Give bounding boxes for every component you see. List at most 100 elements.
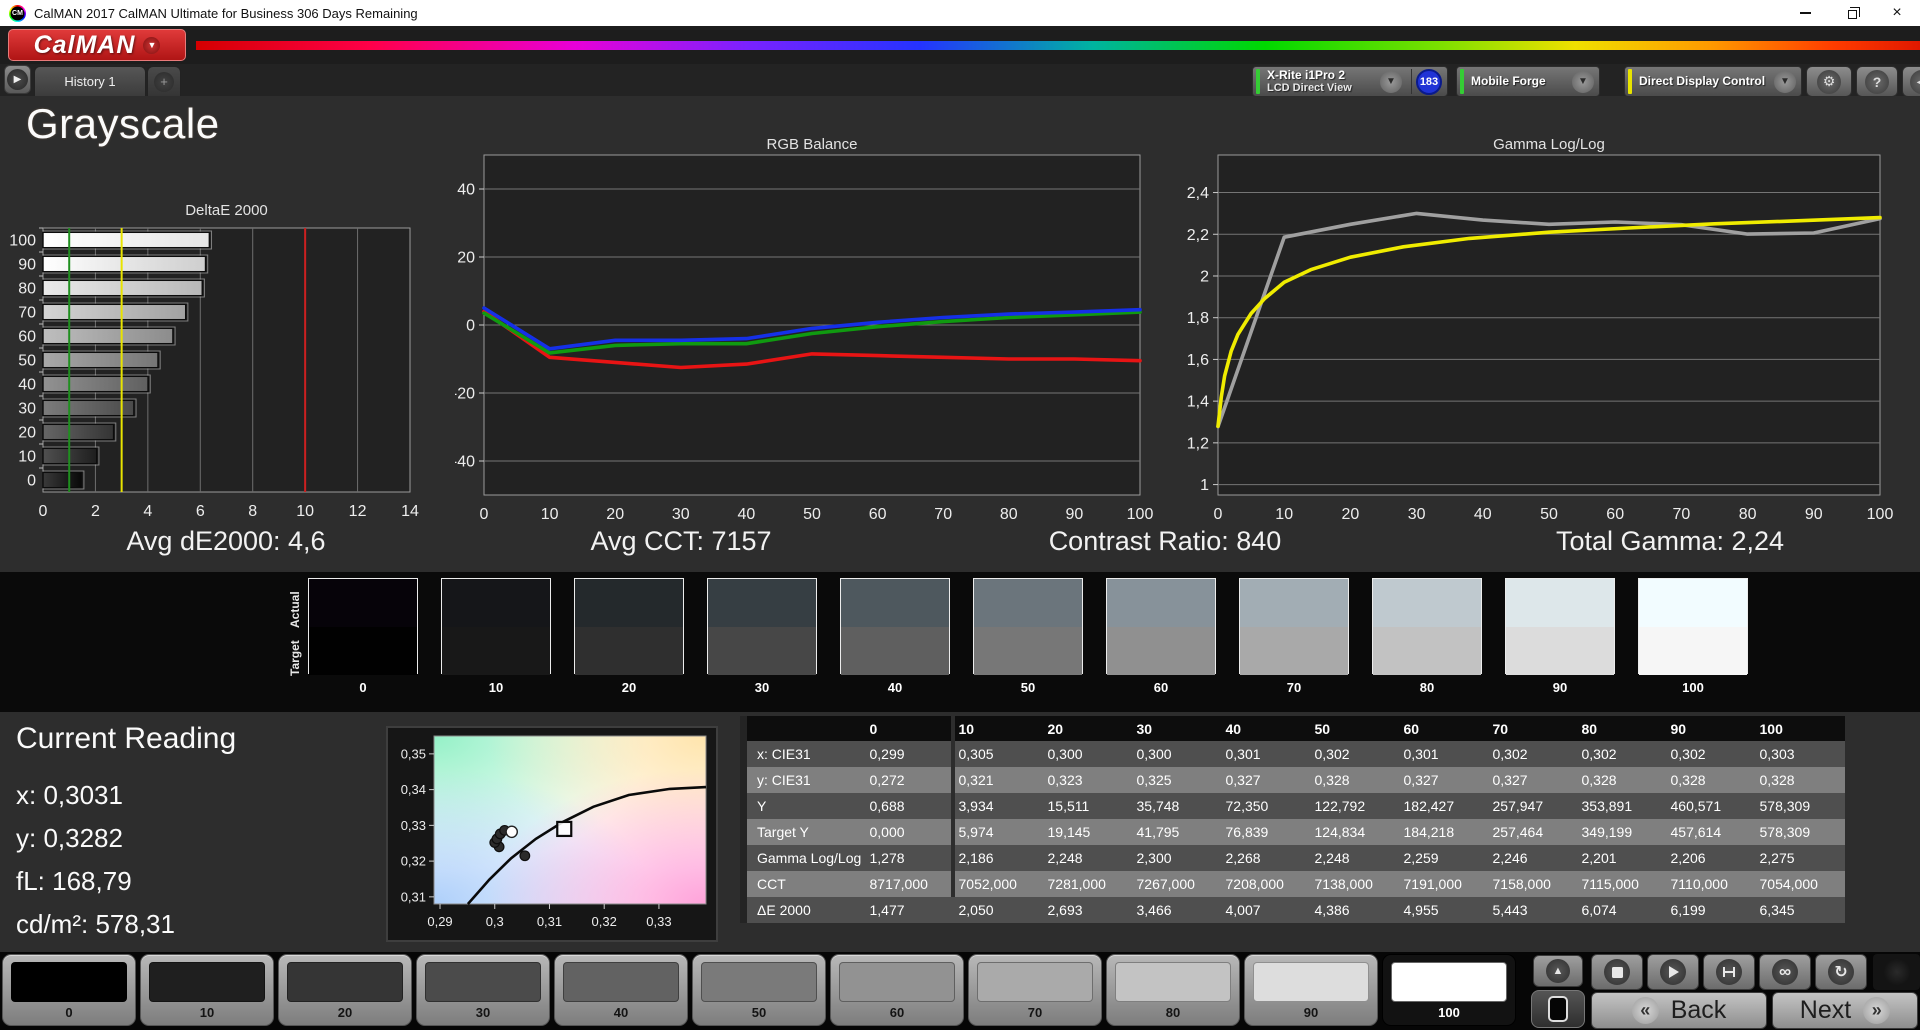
- close-button[interactable]: ×: [1874, 0, 1920, 26]
- patch-label: 70: [1027, 1005, 1043, 1020]
- next-button[interactable]: Next »: [1772, 992, 1918, 1029]
- layout-nav-button[interactable]: ▶: [4, 65, 31, 94]
- svg-text:30: 30: [18, 401, 36, 418]
- svg-text:1,6: 1,6: [1187, 352, 1209, 369]
- svg-text:0: 0: [1214, 506, 1223, 520]
- table-cell: 7110,000: [1670, 876, 1728, 892]
- table-cell: 0,327: [1492, 772, 1528, 788]
- help-button[interactable]: ?: [1856, 66, 1898, 97]
- meter-count-badge[interactable]: 183: [1416, 68, 1442, 95]
- svg-text:40: 40: [1474, 506, 1492, 520]
- swatch-actual: [974, 579, 1082, 627]
- table-cell: 0,302: [1670, 746, 1706, 762]
- table-cell: 257,947: [1492, 798, 1544, 814]
- patch-button-50[interactable]: 50: [692, 954, 826, 1026]
- chevron-down-icon: ▼: [143, 36, 161, 54]
- grayscale-swatch-40: 40: [840, 578, 950, 695]
- table-cell: 2,186: [958, 850, 994, 866]
- next-label: Next: [1799, 996, 1852, 1024]
- grayscale-swatch-30: 30: [707, 578, 817, 695]
- svg-text:0,31: 0,31: [537, 914, 562, 929]
- patch-button-60[interactable]: 60: [830, 954, 964, 1026]
- svg-text:70: 70: [934, 506, 952, 520]
- table-cell: 257,464: [1492, 824, 1544, 840]
- table-cell: 7281,000: [1047, 876, 1106, 892]
- table-cell: 0,300: [1047, 746, 1083, 762]
- table-cell: 0,688: [869, 798, 905, 814]
- patch-button-80[interactable]: 80: [1106, 954, 1240, 1026]
- column-header-70: 70: [1488, 716, 1578, 741]
- svg-text:10: 10: [296, 503, 314, 518]
- table-cell: 124,834: [1314, 824, 1366, 840]
- table-cell: 0,301: [1403, 746, 1439, 762]
- table-cell: 5,443: [1492, 902, 1528, 918]
- patch-swatch: [1253, 962, 1369, 1002]
- pattern-window-button[interactable]: [1531, 990, 1585, 1028]
- patch-label: 60: [889, 1005, 905, 1020]
- patch-button-90[interactable]: 90: [1244, 954, 1378, 1026]
- measurement-table: 0 10 20 30 40 50 60 70 80 90 100 x: CIE31 0,299 0,305…: [740, 716, 1848, 923]
- row-label: Target Y: [757, 824, 809, 840]
- meter-dropdown[interactable]: X-Rite i1Pro 2 LCD Direct View ▼ 183: [1252, 66, 1448, 97]
- refresh-button[interactable]: ↻: [1815, 954, 1867, 990]
- column-header-40: 40: [1221, 716, 1311, 741]
- svg-text:80: 80: [1000, 506, 1018, 520]
- table-cell: 578,309: [1759, 798, 1811, 814]
- table-cell: 0,305: [958, 746, 994, 762]
- patch-button-20[interactable]: 20: [278, 954, 412, 1026]
- target-row-label: Target: [288, 640, 302, 676]
- patch-button-100[interactable]: 100: [1382, 954, 1516, 1026]
- display-control-dropdown[interactable]: Direct Display Control ▼: [1624, 66, 1802, 97]
- patch-label: 30: [475, 1005, 491, 1020]
- patch-button-40[interactable]: 40: [554, 954, 688, 1026]
- expand-patches-button[interactable]: ▲: [1533, 955, 1583, 987]
- swatch-label: 10: [488, 680, 504, 695]
- svg-text:30: 30: [1408, 506, 1426, 520]
- patch-button-70[interactable]: 70: [968, 954, 1102, 1026]
- restore-button[interactable]: [1828, 0, 1874, 26]
- table-cell: 2,201: [1581, 850, 1617, 866]
- svg-text:0,29: 0,29: [427, 914, 452, 929]
- back-button[interactable]: « Back: [1591, 992, 1767, 1029]
- stop-button[interactable]: [1591, 954, 1643, 990]
- patch-button-30[interactable]: 30: [416, 954, 550, 1026]
- table-cell: 6,199: [1670, 902, 1706, 918]
- calman-logo-text: CalMAN: [33, 30, 136, 59]
- svg-text:0,33: 0,33: [401, 818, 426, 833]
- svg-text:2,2: 2,2: [1187, 227, 1209, 244]
- swatch-list: 0 10 20 30 40 50 60 70 80 90 100: [308, 578, 1748, 695]
- play-button[interactable]: [1647, 954, 1699, 990]
- svg-text:20: 20: [1342, 506, 1360, 520]
- settings-button[interactable]: ⚙: [1806, 66, 1852, 97]
- svg-text:60: 60: [1606, 506, 1624, 520]
- current-reading-title: Current Reading: [16, 722, 237, 755]
- svg-text:0: 0: [27, 473, 36, 490]
- swatch-target: [309, 627, 417, 675]
- swatch-box: [1505, 578, 1615, 675]
- svg-text:6: 6: [196, 503, 205, 518]
- table-cell: 7052,000: [958, 876, 1017, 892]
- add-tab-button[interactable]: +: [147, 66, 181, 96]
- minimize-button[interactable]: [1782, 0, 1828, 26]
- svg-text:10: 10: [541, 506, 559, 520]
- collapse-panel-button[interactable]: ◀: [1902, 66, 1920, 97]
- calman-menu-button[interactable]: CalMAN ▼: [8, 29, 186, 61]
- swatch-label: 40: [887, 680, 903, 695]
- tab-history-1[interactable]: History 1: [34, 66, 146, 96]
- svg-text:4: 4: [143, 503, 152, 518]
- patch-button-10[interactable]: 10: [140, 954, 274, 1026]
- table-cell: 7158,000: [1492, 876, 1551, 892]
- table-cell: 0,272: [869, 772, 905, 788]
- table-cell: 4,007: [1225, 902, 1261, 918]
- rainbow-gradient-bar: [196, 41, 1920, 50]
- table-cell: 7115,000: [1581, 876, 1639, 892]
- source-dropdown[interactable]: Mobile Forge ▼: [1456, 66, 1600, 97]
- inactive-record-button[interactable]: [1873, 954, 1920, 990]
- continuous-measure-button[interactable]: ∞: [1759, 954, 1811, 990]
- table-cell: 41,795: [1136, 824, 1180, 840]
- svg-text:40: 40: [457, 182, 475, 199]
- cie-chart-panel: 0,29 0,3 0,31 0,32 0,33 0,31 0,32 0,33 0,34 0,35: [386, 726, 718, 942]
- single-measure-button[interactable]: [1703, 954, 1755, 990]
- patch-button-0[interactable]: 0: [2, 954, 136, 1026]
- chevron-down-icon: ▼: [1774, 70, 1796, 93]
